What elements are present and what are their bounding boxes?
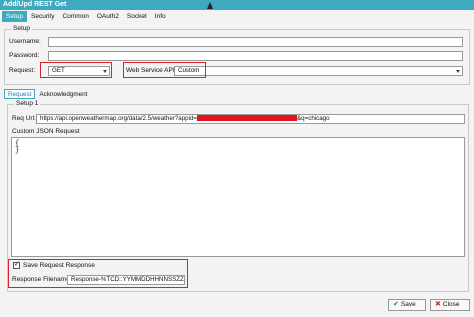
mouse-pointer-icon [207, 2, 213, 9]
tab-common[interactable]: Common [58, 11, 92, 22]
tab-socket[interactable]: Socket [123, 11, 151, 22]
top-tab-bar: Setup Security Common OAuth2 Socket Info [2, 11, 170, 22]
custom-json-label: Custom JSON Request [12, 128, 80, 135]
req-url-field[interactable]: https://api.openweathermap.org/data/2.5/… [36, 114, 465, 124]
response-filename-field[interactable]: Response-%TCD::YYMMDDHHNNSSZZZ:.json [67, 275, 185, 285]
chevron-down-icon [103, 70, 107, 73]
tab-security[interactable]: Security [27, 11, 58, 22]
request-label: Request: [9, 67, 36, 74]
webservice-api-select-value: Custom [178, 67, 200, 74]
username-label: Username: [9, 38, 41, 45]
username-field[interactable] [48, 37, 463, 47]
window-titlebar: Add/Upd REST Get [0, 0, 474, 10]
tab-oauth2[interactable]: OAuth2 [93, 11, 123, 22]
save-response-label: Save Request Response [23, 262, 95, 269]
custom-json-textarea[interactable]: { } [11, 137, 465, 257]
check-icon: ✔ [393, 301, 399, 308]
close-button-label: Close [442, 301, 460, 308]
setup-group-title: Setup [11, 25, 32, 32]
tab-info[interactable]: Info [151, 11, 170, 22]
window-title: Add/Upd REST Get [3, 1, 67, 8]
password-label: Password: [9, 52, 40, 59]
webservice-api-select[interactable]: Custom [174, 66, 463, 76]
response-filename-label: Response Filename: [12, 276, 72, 283]
chevron-down-icon [456, 70, 460, 73]
tab-request[interactable]: Request [4, 89, 36, 99]
req-url-suffix: &q=chicago [297, 115, 330, 122]
req-url-label: Req Url: [12, 115, 36, 122]
req-url-prefix: https://api.openweathermap.org/data/2.5/… [40, 115, 198, 122]
close-button[interactable]: ✖ Close [430, 299, 470, 311]
password-field[interactable] [48, 51, 463, 61]
tab-setup[interactable]: Setup [2, 11, 27, 22]
save-button-label: Save [400, 301, 416, 308]
request-select[interactable]: GET [48, 66, 110, 76]
save-response-checkbox[interactable] [13, 260, 20, 269]
tab-acknowledgment[interactable]: Acknowledgment [35, 89, 91, 99]
request-select-value: GET [52, 67, 65, 74]
setup1-group-title: Setup 1 [14, 100, 41, 107]
webservice-api-label: Web Service API: [126, 67, 177, 74]
x-icon: ✖ [435, 301, 441, 308]
save-button[interactable]: ✔ Save [388, 299, 426, 311]
redacted-api-key [197, 115, 298, 122]
request-tab-bar: Request Acknowledgment [4, 89, 91, 99]
